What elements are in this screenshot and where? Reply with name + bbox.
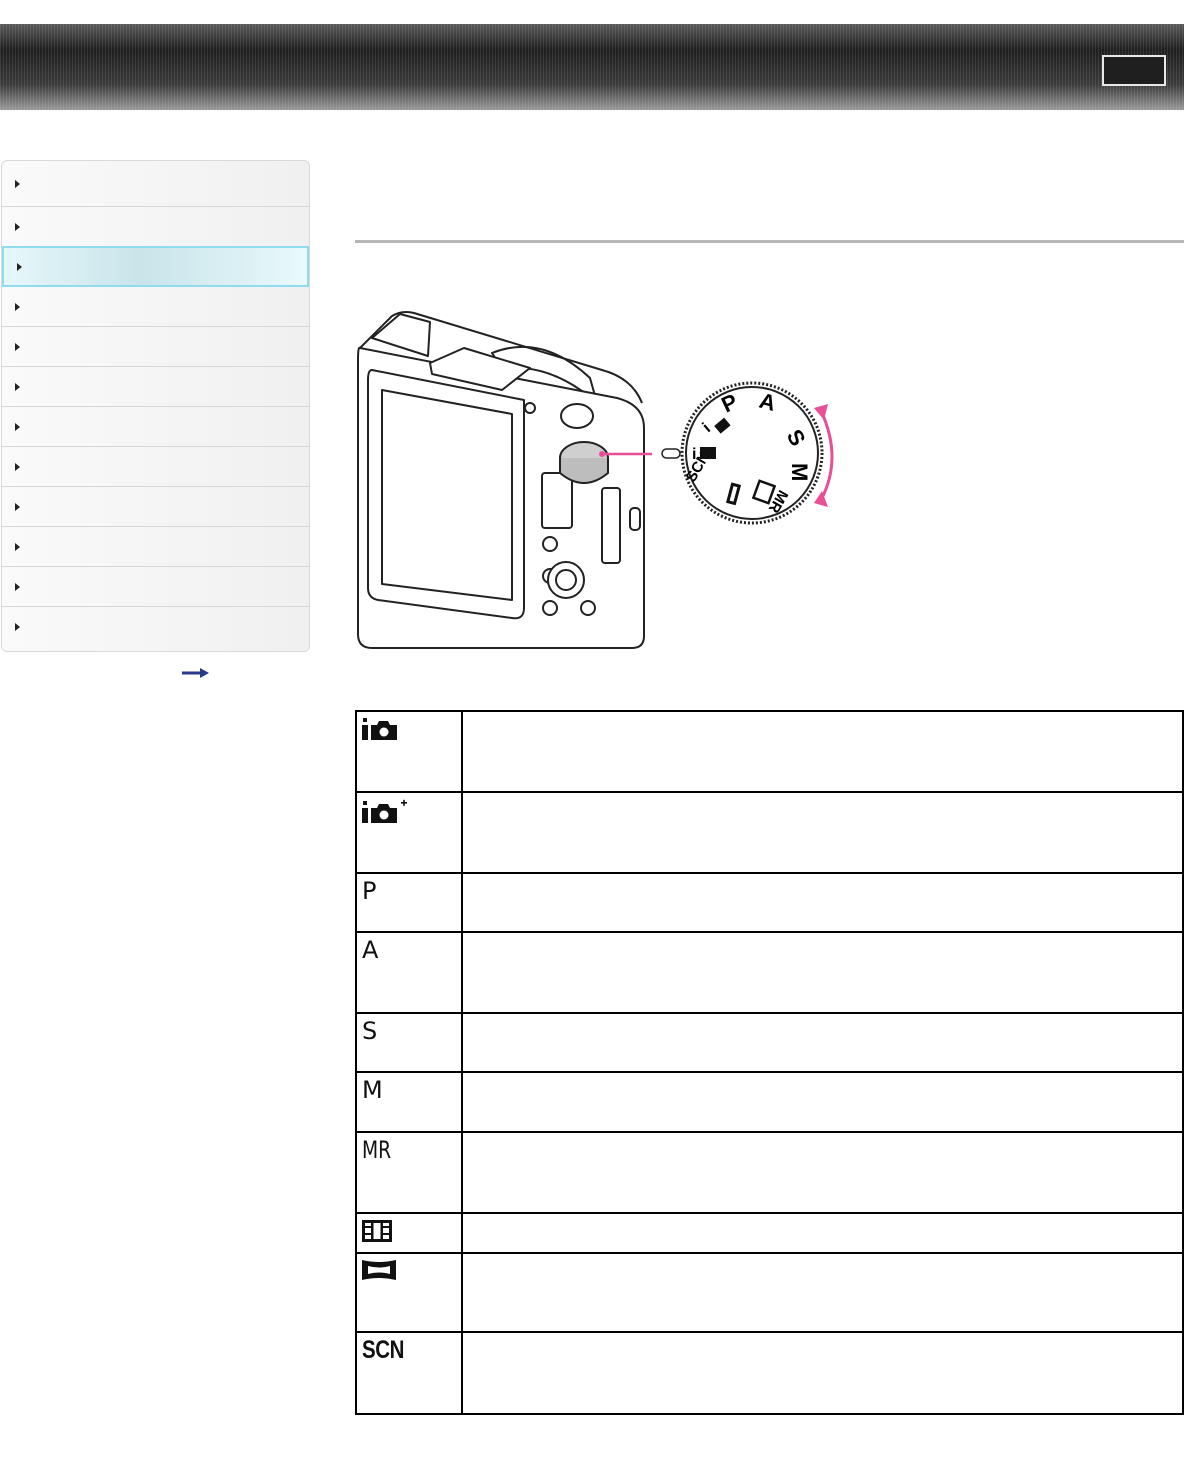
mode-icon-cell: M — [357, 1073, 463, 1131]
caret-right-icon — [15, 382, 20, 391]
caret-right-icon — [15, 342, 20, 351]
table-row: P — [357, 874, 1182, 933]
sidebar-item-6[interactable] — [2, 367, 309, 407]
caret-right-icon — [15, 623, 20, 631]
caret-right-icon — [15, 222, 20, 231]
sidebar-item-4[interactable] — [2, 287, 309, 327]
mode-description — [465, 712, 1182, 791]
header-button[interactable] — [1102, 55, 1166, 86]
camera-mode-dial-illustration: P A S M MR SCN i i — [357, 311, 834, 649]
mode-label: A — [362, 936, 379, 964]
caret-right-icon — [15, 179, 20, 188]
mode-label: MR — [362, 1136, 392, 1164]
mode-icon-cell — [357, 712, 463, 791]
sweep-panorama-icon — [362, 1260, 396, 1280]
mode-description — [465, 1254, 1182, 1331]
svg-text:i: i — [692, 446, 696, 463]
header-banner — [0, 24, 1184, 110]
sidebar-item-12[interactable] — [2, 607, 309, 647]
table-row: M — [357, 1073, 1182, 1133]
mode-label: P — [362, 877, 377, 905]
caret-right-icon — [15, 422, 20, 431]
shooting-mode-table: P A S M MR SCN — [355, 710, 1184, 1415]
caret-right-icon — [15, 302, 20, 311]
table-row: S — [357, 1014, 1182, 1073]
mode-description — [465, 1133, 1182, 1212]
table-row — [357, 712, 1182, 793]
sidebar-item-8[interactable] — [2, 447, 309, 487]
sidebar-nav — [1, 160, 310, 652]
mode-icon-cell — [357, 1214, 463, 1252]
superior-auto-icon — [362, 799, 407, 823]
sidebar-item-11[interactable] — [2, 567, 309, 607]
intelligent-auto-icon — [362, 718, 397, 740]
mode-icon-cell: S — [357, 1014, 463, 1071]
sidebar-item-3[interactable] — [2, 246, 309, 287]
title-divider — [355, 240, 1184, 243]
sidebar-item-9[interactable] — [2, 487, 309, 527]
table-row — [357, 793, 1182, 874]
table-row — [357, 1214, 1182, 1254]
sidebar-item-5[interactable] — [2, 327, 309, 367]
mode-description — [465, 1073, 1182, 1131]
mode-icon-cell: A — [357, 933, 463, 1012]
caret-right-icon — [15, 582, 20, 591]
caret-right-icon — [17, 262, 22, 271]
mode-icon-cell — [357, 793, 463, 872]
mode-label: M — [362, 1076, 383, 1104]
mode-icon-cell: SCN — [357, 1333, 463, 1413]
svg-text:M: M — [787, 463, 812, 481]
caret-right-icon — [15, 542, 20, 551]
right-arrow-icon[interactable] — [182, 667, 210, 679]
mode-icon-cell — [357, 1254, 463, 1331]
mode-icon-cell: P — [357, 874, 463, 931]
mode-label: S — [362, 1017, 378, 1045]
table-row — [357, 1254, 1182, 1333]
mode-description — [465, 793, 1182, 872]
mode-description — [465, 1333, 1182, 1413]
mode-description — [465, 933, 1182, 1012]
mode-icon-cell: MR — [357, 1133, 463, 1212]
mode-description — [465, 1014, 1182, 1071]
table-row: SCN — [357, 1333, 1182, 1413]
sidebar-item-7[interactable] — [2, 407, 309, 447]
movie-icon — [362, 1220, 392, 1242]
sidebar-item-10[interactable] — [2, 527, 309, 567]
sidebar-item-1[interactable] — [2, 161, 309, 207]
sidebar-item-2[interactable] — [2, 207, 309, 247]
mode-description — [465, 1214, 1182, 1252]
table-row: MR — [357, 1133, 1182, 1214]
caret-right-icon — [15, 462, 20, 471]
table-row: A — [357, 933, 1182, 1014]
caret-right-icon — [15, 502, 20, 511]
mode-label: SCN — [362, 1336, 405, 1364]
mode-description — [465, 874, 1182, 931]
